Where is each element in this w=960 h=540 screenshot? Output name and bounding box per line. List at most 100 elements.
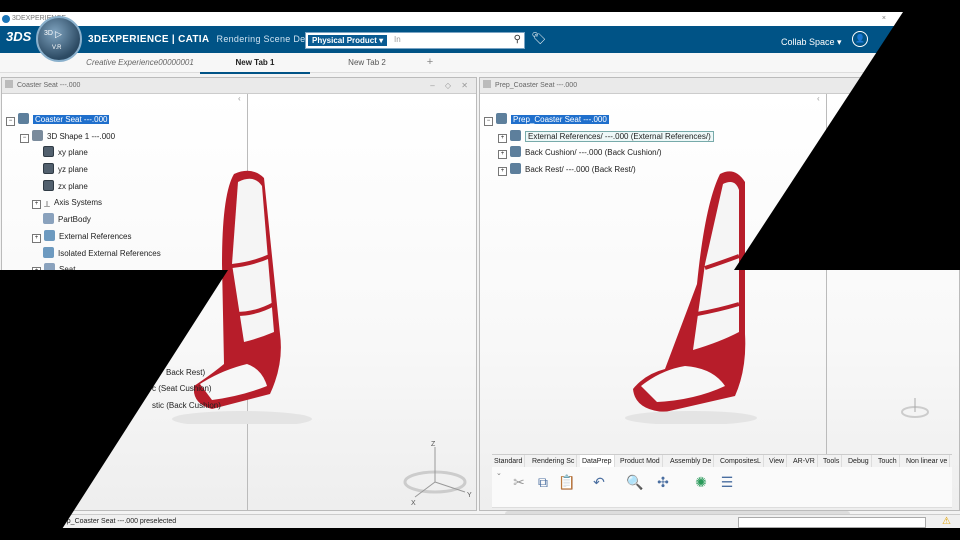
3ds-logo-icon[interactable]: 3DS <box>6 29 31 44</box>
partial-row[interactable]: c (Seat Cushion) <box>152 381 221 398</box>
list-icon[interactable]: ☰ <box>718 473 736 491</box>
collapse-icon[interactable]: ‹ <box>238 94 241 103</box>
tree-label[interactable]: xy plane <box>58 148 88 157</box>
collab-space-label: Collab Space <box>781 37 835 47</box>
partial-row[interactable]: t) <box>152 348 221 365</box>
tree-label[interactable]: Prep_Coaster Seat ---.000 <box>511 115 609 124</box>
isolated-references-icon <box>43 246 54 258</box>
status-bar: //Prep_Coaster Seat ---.000 preselected … <box>0 514 960 528</box>
right-pane-header: Prep_Coaster Seat ---.000 <box>480 78 959 94</box>
axis-compass-widget[interactable]: Z X Y <box>397 437 477 507</box>
partial-tree-rows: t) Back Rest) c (Seat Cushion) stic (Bac… <box>152 348 221 414</box>
warning-icon[interactable]: ⚠ <box>942 515 951 528</box>
zoom-icon[interactable]: 🔍 <box>626 473 644 491</box>
axis-y-label: Y <box>467 492 472 499</box>
tag-icon[interactable]: 🏷 <box>531 31 546 45</box>
tree-row[interactable]: − Coaster Seat ---.000 <box>6 112 161 129</box>
tab-new-tab-2[interactable]: New Tab 2 <box>312 53 422 72</box>
tree-label[interactable]: Coaster Seat ---.000 <box>33 115 110 124</box>
shadow <box>625 411 757 424</box>
tree-row[interactable]: + ⟂ Axis Systems <box>6 195 161 212</box>
tab-bar: Creative Experience00000001 New Tab 1 Ne… <box>0 53 960 74</box>
right-3d-viewport[interactable]: ‹ − Prep_Coaster Seat ---.000 + External R… <box>480 94 959 510</box>
command-input[interactable] <box>738 517 926 528</box>
partial-row[interactable]: stic (Back Cushion) <box>152 398 221 415</box>
add-tab-button[interactable]: + <box>420 53 440 72</box>
right-editor-pane[interactable]: Prep_Coaster Seat ---.000 ‹ − Prep_Coaste… <box>479 77 960 511</box>
prep-coaster-seat-model[interactable] <box>605 164 765 424</box>
compass-3d-label: 3D <box>44 30 53 37</box>
product-icon <box>510 129 521 141</box>
collapse-icon[interactable]: ‹ <box>817 94 820 103</box>
tree-label[interactable]: Back Rest/ ---.000 (Back Rest/) <box>525 165 636 174</box>
tree-row[interactable]: PartBody <box>6 212 161 229</box>
search-filter-label: Physical Product <box>312 36 377 45</box>
splitter[interactable] <box>826 94 827 454</box>
axis-compass-widget[interactable] <box>898 394 932 424</box>
tab-new-tab-1[interactable]: New Tab 1 <box>200 53 310 74</box>
tree-row[interactable]: + External References/ ---.000 (External … <box>484 129 714 146</box>
close-icon[interactable]: × <box>882 12 886 26</box>
tree-label[interactable]: Axis Systems <box>54 198 102 207</box>
compass-widget[interactable]: 3D ▷ V.R <box>36 16 82 62</box>
tree-label[interactable]: External References/ ---.000 (External R… <box>525 130 714 142</box>
search-box[interactable]: Physical Product ▾ In ⚲ <box>305 32 525 49</box>
tree-label[interactable]: External References <box>59 232 131 241</box>
tree-label[interactable]: Seat <box>59 265 75 274</box>
plane-icon <box>43 163 54 175</box>
tree-row[interactable]: xy plane <box>6 145 161 162</box>
tree-row[interactable]: yz plane <box>6 162 161 179</box>
product-icon <box>18 113 29 124</box>
tab-creative-experience[interactable]: Creative Experience00000001 <box>84 53 196 72</box>
search-filter-dropdown[interactable]: Physical Product ▾ <box>308 35 388 46</box>
tree-row[interactable]: − Prep_Coaster Seat ---.000 <box>484 112 714 129</box>
paste-icon[interactable]: 📋 <box>558 473 576 491</box>
settings-icon[interactable]: ✺ <box>692 473 710 491</box>
undo-icon[interactable]: ↶ <box>590 473 608 491</box>
product-icon <box>510 163 521 175</box>
tree-label[interactable]: zx plane <box>58 182 88 191</box>
axis-z-label: Z <box>431 441 436 448</box>
plane-icon <box>43 146 54 158</box>
brand-title: 3DEXPERIENCE | CATIA <box>88 34 210 45</box>
left-pane-title: Coaster Seat ---.000 <box>17 82 81 89</box>
left-spec-tree[interactable]: − Coaster Seat ---.000 −3D Shape 1 ---.00… <box>6 112 161 279</box>
search-input[interactable]: In <box>394 35 401 44</box>
tree-label[interactable]: PartBody <box>58 215 91 224</box>
search-icon[interactable]: ⚲ <box>514 34 521 45</box>
tree-label[interactable]: yz plane <box>58 165 88 174</box>
play-icon[interactable]: ▷ <box>55 29 62 40</box>
copy-icon[interactable]: ⧉ <box>534 473 552 491</box>
app-icon <box>2 15 10 23</box>
tree-label[interactable]: Back Cushion/ ---.000 (Back Cushion/) <box>525 148 662 157</box>
left-3d-viewport[interactable]: ‹ Z X Y − Coaster Seat ---.000 − 3D Shap… <box>2 94 476 510</box>
geometrical-set-icon <box>44 263 55 275</box>
tree-row[interactable]: + Back Rest/ ---.000 (Back Rest/) <box>484 162 714 179</box>
top-bar: 3DS 3DEXPERIENCE | CATIA Rendering Scene… <box>0 26 960 53</box>
pane-icon <box>5 80 13 88</box>
tree-row[interactable]: −3D Shape 1 ---.000 <box>6 129 161 146</box>
plane-icon <box>43 179 54 191</box>
chevron-down-icon[interactable]: ⌄ <box>496 469 502 477</box>
product-icon <box>510 146 521 158</box>
tree-row[interactable]: + Seat <box>6 262 161 279</box>
pane-controls[interactable]: – ◇ ✕ <box>430 78 472 93</box>
tree-row[interactable]: + External References <box>6 229 161 246</box>
product-icon <box>496 113 507 124</box>
tree-label[interactable]: Isolated External References <box>58 249 161 258</box>
tree-row[interactable]: + Back Cushion/ ---.000 (Back Cushion/) <box>484 145 714 162</box>
partial-row[interactable]: Back Rest) <box>152 365 221 382</box>
scissors-icon[interactable]: ✂ <box>510 473 528 491</box>
tree-row[interactable]: Isolated External References <box>6 246 161 263</box>
tree-row[interactable]: zx plane <box>6 179 161 196</box>
collab-space-selector[interactable]: Collab Space ▾ <box>781 37 842 48</box>
fit-all-icon[interactable]: ✣ <box>654 473 672 491</box>
left-editor-pane[interactable]: Coaster Seat ---.000 – ◇ ✕ ‹ Z X Y − Coa… <box>1 77 477 511</box>
external-references-icon <box>44 229 55 241</box>
user-icon[interactable]: 👤 <box>852 31 868 47</box>
partbody-icon <box>43 213 54 225</box>
tree-label[interactable]: 3D Shape 1 ---.000 <box>47 132 115 141</box>
right-pane-title: Prep_Coaster Seat ---.000 <box>495 82 578 89</box>
right-spec-tree[interactable]: − Prep_Coaster Seat ---.000 + External Ref… <box>484 112 714 179</box>
axis-x-label: X <box>411 500 416 507</box>
